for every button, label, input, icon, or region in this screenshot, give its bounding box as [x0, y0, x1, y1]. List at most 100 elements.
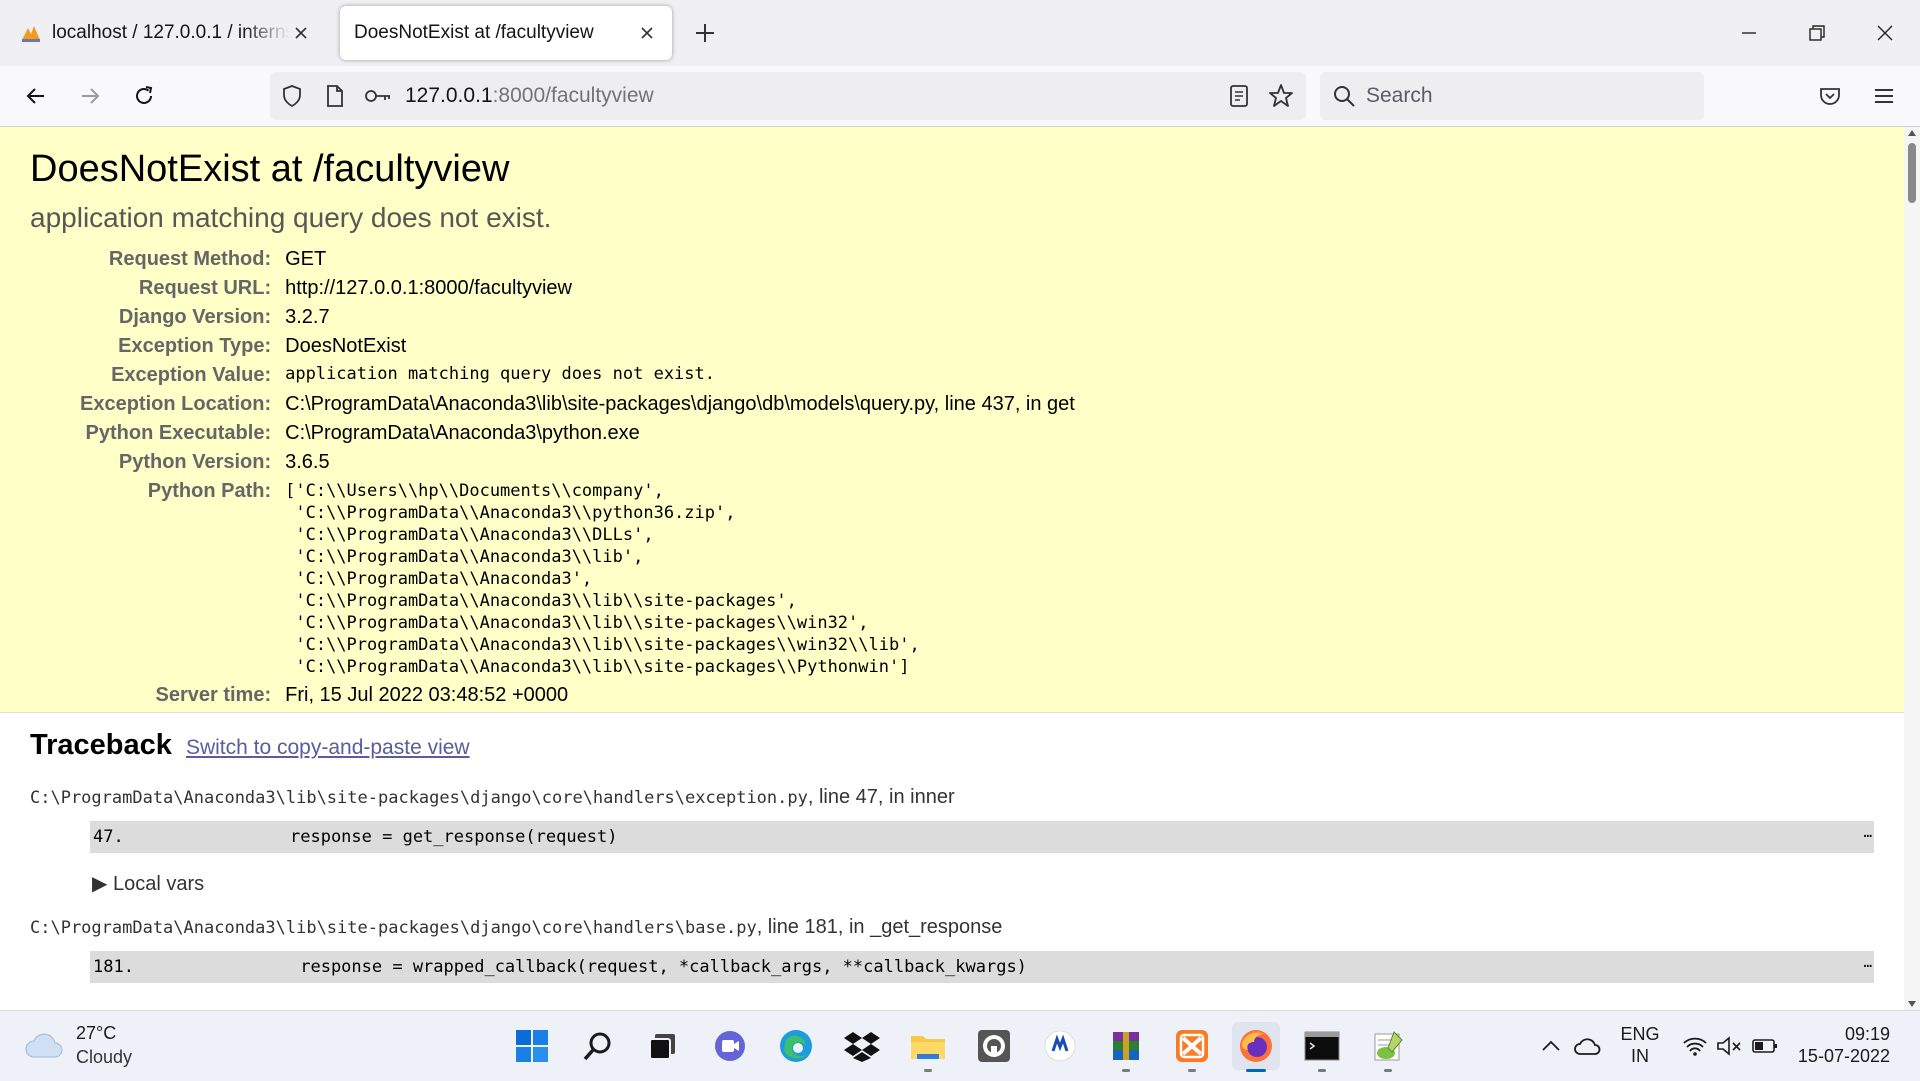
- back-button[interactable]: [18, 78, 54, 114]
- url-text[interactable]: 127.0.0.1:8000/facultyview: [405, 72, 654, 120]
- shield-icon[interactable]: [280, 84, 304, 108]
- meta-value: application matching query does not exis…: [285, 364, 715, 384]
- firefox-button[interactable]: [1232, 1022, 1280, 1072]
- reader-view-icon[interactable]: [1228, 84, 1250, 108]
- meta-value: C:\ProgramData\Anaconda3\lib\site-packag…: [285, 393, 1075, 415]
- local-vars-toggle[interactable]: ▶ Local vars: [92, 871, 1874, 896]
- language-indicator[interactable]: ENG IN: [1616, 1023, 1664, 1067]
- plus-icon: [696, 24, 714, 42]
- key-icon[interactable]: [364, 84, 392, 108]
- traceback-title: Traceback: [30, 729, 172, 761]
- arrow-left-icon: [26, 88, 44, 104]
- search-bar[interactable]: Search: [1320, 72, 1704, 120]
- meta-row-request-url: Request URL: http://127.0.0.1:8000/facult…: [80, 274, 1075, 303]
- meta-label: Request URL:: [138, 277, 272, 299]
- wifi-button[interactable]: [1680, 1031, 1710, 1061]
- phpmyadmin-favicon-icon: [22, 26, 40, 42]
- python-path-entry: 'C:\\ProgramData\\Anaconda3\\python36.zi…: [285, 503, 736, 523]
- error-title: DoesNotExist at /facultyview: [30, 148, 510, 190]
- winrar-button[interactable]: [1102, 1022, 1150, 1072]
- pocket-icon: [1820, 88, 1840, 105]
- code-line: response = get_response(request): [290, 827, 618, 847]
- expand-context-button[interactable]: …: [1864, 817, 1872, 849]
- tab-django-error[interactable]: DoesNotExist at /facultyview: [340, 6, 672, 60]
- chat-icon: [715, 1031, 745, 1061]
- page-icon[interactable]: [324, 84, 346, 108]
- tab-phpmyadmin[interactable]: localhost / 127.0.0.1 / internship: [6, 6, 326, 60]
- forward-button[interactable]: [72, 78, 108, 114]
- edge-button[interactable]: [772, 1022, 820, 1070]
- weather-widget[interactable]: 27°C Cloudy: [24, 1021, 144, 1071]
- file-explorer-button[interactable]: [904, 1022, 952, 1072]
- error-message: application matching query does not exis…: [30, 202, 552, 233]
- notepad-plus-plus-button[interactable]: [1364, 1022, 1412, 1072]
- new-tab-button[interactable]: [690, 18, 720, 48]
- vertical-scrollbar[interactable]: [1904, 127, 1920, 1010]
- xampp-button[interactable]: [1168, 1022, 1216, 1072]
- volume-muted-icon: [1717, 1036, 1741, 1056]
- meta-label: Server time:: [155, 684, 272, 706]
- python-path-entry: 'C:\\ProgramData\\Anaconda3\\lib\\site-p…: [285, 613, 869, 633]
- search-input[interactable]: Search: [1366, 72, 1433, 120]
- close-window-button[interactable]: [1868, 16, 1902, 50]
- show-hidden-icons-button[interactable]: [1536, 1031, 1566, 1061]
- search-icon: [1334, 86, 1355, 107]
- meta-row-exception-value: Exception Value: application matching que…: [80, 361, 1075, 390]
- expand-context-button[interactable]: …: [1864, 947, 1872, 979]
- meta-value: 3.2.7: [285, 306, 330, 328]
- minimize-button[interactable]: [1732, 16, 1766, 50]
- scroll-up-icon[interactable]: [1907, 129, 1917, 137]
- taskbar: 27°C Cloudy ENG IN 09:19 15-07-2022: [0, 1010, 1920, 1081]
- app-button[interactable]: [1036, 1022, 1084, 1070]
- traceback-heading: Traceback Switch to copy-and-paste view: [30, 727, 1874, 766]
- close-tab-icon[interactable]: [290, 22, 312, 44]
- terminal-icon: [1304, 1031, 1340, 1061]
- cloud-icon: [25, 1033, 63, 1058]
- running-indicator: [1188, 1069, 1196, 1072]
- meta-row-python-executable: Python Executable: C:\ProgramData\Anacond…: [80, 419, 1075, 448]
- volume-button[interactable]: [1714, 1031, 1744, 1061]
- scroll-down-icon[interactable]: [1907, 1000, 1917, 1008]
- code-line: response = wrapped_callback(request, *ca…: [290, 957, 1027, 977]
- navigation-bar: 127.0.0.1:8000/facultyview Search: [0, 66, 1920, 127]
- url-bar[interactable]: 127.0.0.1:8000/facultyview: [270, 72, 1306, 120]
- menu-button[interactable]: [1866, 78, 1902, 114]
- frame-context-line[interactable]: 181. response = wrapped_callback(request…: [90, 951, 1874, 983]
- dropbox-button[interactable]: [838, 1022, 886, 1070]
- github-desktop-button[interactable]: [970, 1022, 1018, 1070]
- frame-context-line[interactable]: 47. response = get_response(request) …: [90, 821, 1874, 853]
- start-button[interactable]: [508, 1022, 556, 1070]
- meta-label: Exception Type:: [118, 335, 272, 357]
- teams-chat-button[interactable]: [706, 1022, 754, 1070]
- battery-button[interactable]: [1750, 1031, 1780, 1061]
- pocket-button[interactable]: [1812, 78, 1848, 114]
- meta-label: Python Version:: [118, 451, 272, 473]
- chevron-up-icon: [1542, 1040, 1560, 1051]
- arrow-right-icon: [82, 88, 100, 104]
- python-path-entry: 'C:\\ProgramData\\Anaconda3',: [285, 569, 593, 589]
- frame-file: C:\ProgramData\Anaconda3\lib\site-packag…: [30, 918, 757, 938]
- restore-button[interactable]: [1800, 16, 1834, 50]
- tab-label: localhost / 127.0.0.1 / internship: [52, 22, 290, 43]
- system-clock[interactable]: 09:19 15-07-2022: [1790, 1023, 1890, 1067]
- clock-time: 09:19: [1844, 1024, 1890, 1044]
- language-region: IN: [1631, 1046, 1649, 1066]
- battery-icon: [1752, 1039, 1777, 1053]
- close-tab-icon[interactable]: [636, 22, 658, 44]
- task-view-button[interactable]: [638, 1022, 686, 1070]
- weather-condition: Cloudy: [76, 1047, 133, 1067]
- running-indicator: [1318, 1069, 1326, 1072]
- bookmark-star-icon[interactable]: [1268, 83, 1294, 109]
- meta-label: Request Method:: [108, 248, 272, 270]
- scrollbar-thumb[interactable]: [1908, 143, 1916, 203]
- meta-value: GET: [285, 248, 327, 270]
- frame-file: C:\ProgramData\Anaconda3\lib\site-packag…: [30, 788, 808, 808]
- reload-button[interactable]: [126, 78, 162, 114]
- onedrive-button[interactable]: [1572, 1031, 1602, 1061]
- local-vars-label: Local vars: [112, 873, 205, 895]
- frame-location: C:\ProgramData\Anaconda3\lib\site-packag…: [30, 916, 1874, 939]
- running-indicator: [1384, 1069, 1392, 1072]
- terminal-button[interactable]: [1298, 1022, 1346, 1072]
- switch-view-link[interactable]: Switch to copy-and-paste view: [186, 736, 470, 759]
- taskbar-search-button[interactable]: [574, 1022, 622, 1070]
